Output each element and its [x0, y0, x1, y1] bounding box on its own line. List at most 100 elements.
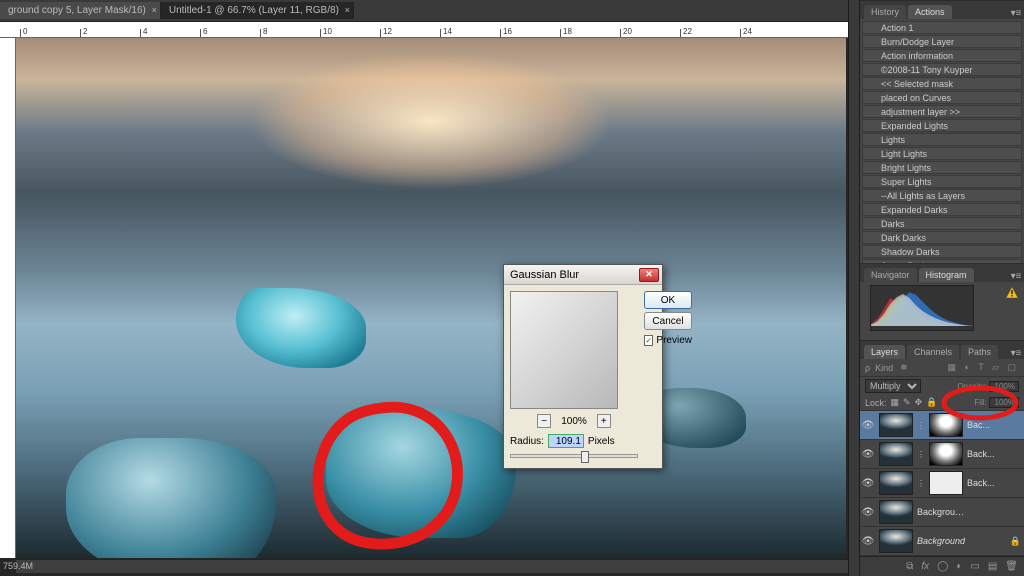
action-row[interactable]: Darks [862, 217, 1022, 230]
blur-preview[interactable] [510, 291, 618, 409]
iceberg-shape [326, 408, 516, 538]
document-viewport[interactable] [16, 38, 848, 558]
zoom-out-button[interactable]: − [537, 414, 551, 428]
action-row[interactable]: Super Lights [862, 175, 1022, 188]
doc-tab-2-label: Untitled-1 @ 66.7% (Layer 11, RGB/8) [169, 5, 339, 16]
action-row[interactable]: Expanded Darks [862, 203, 1022, 216]
panel-dock-strip[interactable] [848, 0, 860, 576]
action-row[interactable]: placed on Curves [862, 91, 1022, 104]
layer-thumb[interactable] [879, 471, 913, 495]
link-icon[interactable]: ⋮ [917, 479, 925, 488]
layer-mask-thumb[interactable] [929, 471, 963, 495]
lock-all-icon[interactable]: 🔒 [926, 397, 937, 408]
lock-brush-icon[interactable]: ✎ [903, 397, 911, 408]
doc-tab-2[interactable]: Untitled-1 @ 66.7% (Layer 11, RGB/8) × [161, 2, 354, 19]
lock-move-icon[interactable]: ✥ [915, 397, 923, 408]
checkbox-icon: ✓ [644, 335, 653, 346]
action-row[interactable]: Lights [862, 133, 1022, 146]
iceberg-shape [66, 438, 276, 558]
histogram-panel: Navigator Histogram ▾≡ [860, 263, 1024, 340]
layer-mask-thumb[interactable] [929, 413, 963, 437]
group-icon[interactable]: ▭ [970, 561, 979, 572]
mask-icon[interactable]: ◯ [937, 561, 948, 572]
link-icon[interactable]: ⋮ [917, 450, 925, 459]
layer-row[interactable]: 👁Background🔒 [860, 527, 1024, 556]
radius-unit: Pixels [588, 436, 615, 447]
radius-input[interactable] [548, 434, 584, 448]
scrollbar-horizontal[interactable] [16, 559, 848, 573]
layer-name[interactable]: Back... [967, 449, 995, 459]
visibility-icon[interactable]: 👁 [861, 478, 875, 489]
layer-thumb[interactable] [879, 529, 913, 553]
action-row[interactable]: Expanded Lights [862, 119, 1022, 132]
ok-button[interactable]: OK [644, 291, 692, 309]
visibility-icon[interactable]: 👁 [861, 507, 875, 518]
layer-mask-thumb[interactable] [929, 442, 963, 466]
layer-name[interactable]: Background [917, 536, 965, 546]
slider-thumb[interactable] [581, 451, 589, 463]
close-icon[interactable]: × [345, 5, 350, 15]
action-row[interactable]: ©2008-11 Tony Kuyper [862, 63, 1022, 76]
fx-icon[interactable]: fx [921, 561, 929, 572]
dialog-titlebar[interactable]: Gaussian Blur ✕ [504, 265, 662, 285]
link-layers-icon[interactable]: ⧉ [906, 561, 913, 572]
dialog-title-label: Gaussian Blur [510, 269, 579, 281]
visibility-icon[interactable]: 👁 [861, 420, 875, 431]
lock-transparent-icon[interactable]: ▦ [891, 397, 900, 408]
ruler-horizontal: 024681012141618202224 [0, 22, 848, 38]
blend-mode-select[interactable]: Multiply [865, 379, 921, 393]
doc-tab-1[interactable]: ground copy 5, Layer Mask/16) × [0, 2, 161, 19]
action-row[interactable]: Bright Lights [862, 161, 1022, 174]
layer-thumb[interactable] [879, 442, 913, 466]
tab-layers[interactable]: Layers [864, 345, 905, 359]
panel-menu-icon[interactable]: ▾≡ [1008, 8, 1024, 19]
action-row[interactable]: Light Lights [862, 147, 1022, 160]
action-row[interactable]: Action information [862, 49, 1022, 62]
layers-footer: ⧉ fx ◯ ◐ ▭ ▤ 🗑 [860, 556, 1024, 576]
layer-row[interactable]: 👁 ⋮ Bac... [860, 411, 1024, 440]
canvas-area: ground copy 5, Layer Mask/16) × Untitled… [0, 0, 848, 576]
visibility-icon[interactable]: 👁 [861, 449, 875, 460]
tab-actions[interactable]: Actions [908, 5, 952, 19]
radius-slider[interactable] [510, 454, 638, 458]
layer-name[interactable]: Back... [967, 478, 995, 488]
panel-menu-icon[interactable]: ▾≡ [1008, 348, 1024, 359]
tab-channels[interactable]: Channels [907, 345, 959, 359]
link-icon[interactable]: ⋮ [917, 421, 925, 430]
layer-name[interactable]: Background copy [917, 507, 967, 517]
tab-navigator[interactable]: Navigator [864, 268, 917, 282]
action-row[interactable]: Burn/Dodge Layer [862, 35, 1022, 48]
action-row[interactable]: Action 1 [862, 21, 1022, 34]
document-tabs: ground copy 5, Layer Mask/16) × Untitled… [0, 0, 848, 22]
tab-paths[interactable]: Paths [961, 345, 998, 359]
new-layer-icon[interactable]: ▤ [988, 561, 997, 572]
layer-row[interactable]: 👁 Background copy [860, 498, 1024, 527]
visibility-icon[interactable]: 👁 [861, 536, 875, 547]
trash-icon[interactable]: 🗑 [1005, 561, 1018, 572]
layers-panel: Layers Channels Paths ▾≡ ρ Kind ≑ ▦ ◐ T … [860, 340, 1024, 576]
action-row[interactable]: << Selected mask [862, 77, 1022, 90]
tab-history[interactable]: History [864, 5, 906, 19]
zoom-in-button[interactable]: + [597, 414, 611, 428]
layer-row[interactable]: 👁 ⋮ Back... [860, 440, 1024, 469]
panel-menu-icon[interactable]: ▾≡ [1008, 271, 1024, 282]
action-row[interactable]: Dark Darks [862, 231, 1022, 244]
dialog-close-button[interactable]: ✕ [639, 268, 659, 282]
layer-name[interactable]: Bac... [967, 420, 990, 430]
preview-checkbox[interactable]: ✓ Preview [644, 335, 692, 346]
action-row[interactable]: Shadow Darks [862, 245, 1022, 258]
histogram-chart[interactable] [870, 285, 974, 331]
cancel-button[interactable]: Cancel [644, 312, 692, 330]
layer-thumb[interactable] [879, 413, 913, 437]
close-icon[interactable]: × [152, 5, 157, 15]
adjustment-icon[interactable]: ◐ [956, 561, 962, 572]
layer-row[interactable]: 👁 ⋮ Back... [860, 469, 1024, 498]
tab-histogram[interactable]: Histogram [919, 268, 974, 282]
zoom-level: 100% [561, 416, 587, 427]
action-row[interactable]: --All Lights as Layers [862, 189, 1022, 202]
layer-thumb[interactable] [879, 500, 913, 524]
preview-label: Preview [656, 335, 692, 346]
cache-warning-icon[interactable] [1006, 287, 1018, 298]
action-row[interactable]: adjustment layer >> [862, 105, 1022, 118]
iceberg-shape [236, 288, 366, 368]
